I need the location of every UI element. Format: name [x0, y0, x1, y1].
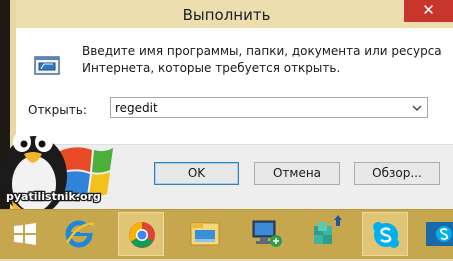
chevron-down-icon[interactable] — [410, 100, 424, 115]
ok-button[interactable]: OK — [154, 162, 239, 185]
ok-button-label: OK — [187, 166, 206, 180]
taskbar-item-skype-2[interactable] — [422, 212, 453, 256]
skype-icon — [373, 222, 399, 248]
window-title: Выполнить — [182, 6, 271, 24]
taskbar-item-chrome[interactable] — [118, 212, 164, 256]
browse-button[interactable]: Обзор... — [354, 162, 440, 185]
description-line-2: Интернета, которые требуется открыть. — [82, 61, 341, 75]
taskbar-item-package[interactable] — [304, 212, 350, 256]
open-combobox[interactable]: regedit — [110, 97, 428, 118]
package-icon — [314, 215, 342, 244]
taskbar-item-ie[interactable] — [56, 212, 102, 256]
file-explorer-icon — [190, 222, 220, 246]
taskbar-item-start[interactable] — [2, 212, 48, 256]
logo-text: pyatilistnik.org — [6, 190, 101, 203]
windows-start-icon — [14, 223, 36, 245]
dialog-description: Введите имя программы, папки, документа … — [82, 43, 442, 77]
close-button[interactable]: ✕ — [404, 0, 453, 22]
penguin-icon — [1, 132, 67, 218]
taskbar-item-network[interactable] — [244, 212, 290, 256]
skype-partial-icon — [426, 222, 453, 246]
taskbar-item-explorer[interactable] — [182, 212, 228, 256]
site-logo: pyatilistnik.org — [1, 132, 113, 218]
network-computer-icon — [252, 220, 282, 247]
open-input-value[interactable]: regedit — [115, 101, 158, 115]
chrome-icon — [129, 222, 155, 248]
taskbar-item-skype[interactable] — [362, 212, 408, 256]
internet-explorer-icon — [65, 220, 95, 248]
description-line-1: Введите имя программы, папки, документа … — [82, 44, 442, 58]
cancel-button[interactable]: Отмена — [254, 162, 340, 185]
run-icon — [34, 56, 60, 75]
